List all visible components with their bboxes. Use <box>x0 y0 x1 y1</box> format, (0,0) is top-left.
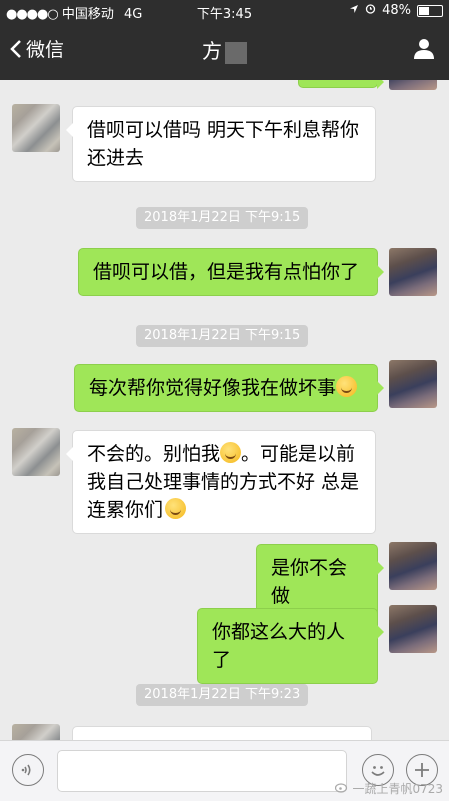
message-text: 每次帮你觉得好像我在做坏事 <box>89 377 337 399</box>
battery-percent: 48% <box>382 3 411 18</box>
avatar-self[interactable] <box>389 605 437 653</box>
weibo-icon <box>335 781 349 796</box>
avatar-self[interactable] <box>389 542 437 590</box>
battery-icon <box>417 4 443 17</box>
message-bubble[interactable]: 借呗可以借吗 明天下午利息帮你还进去 <box>66 106 376 182</box>
profile-button[interactable] <box>413 37 435 63</box>
location-icon <box>349 3 359 18</box>
avatar-contact[interactable] <box>12 724 60 740</box>
alarm-icon <box>365 3 376 18</box>
timestamp: 2018年1月22日 下午9:15 <box>136 325 309 347</box>
status-right: 48% <box>349 3 443 18</box>
message-input[interactable] <box>57 750 347 792</box>
message-bubble[interactable]: 你都这么大的人了 <box>197 608 384 684</box>
message-bubble[interactable]: 每次帮你觉得好像我在做坏事 <box>74 364 384 412</box>
emoji-icon <box>371 766 385 776</box>
laughing-emoji-icon <box>336 376 358 397</box>
chat-title-text: 方 <box>202 39 222 63</box>
chat-title: 方 <box>0 35 449 64</box>
avatar-self[interactable] <box>389 80 437 90</box>
message-text: 不会的。别怕我 <box>87 443 221 465</box>
message-bubble-partial[interactable] <box>298 80 384 89</box>
message-bubble[interactable]: 借呗可以借，但是我有点怕你了 <box>78 248 384 296</box>
nav-bar: 微信 方 <box>0 22 449 80</box>
voice-button[interactable] <box>12 754 44 786</box>
status-bar: ●●●●○ 中国移动 4G 下午3:45 48% <box>0 0 449 22</box>
plus-icon <box>415 763 429 777</box>
avatar-contact[interactable] <box>12 104 60 152</box>
avatar-self[interactable] <box>389 360 437 408</box>
message-bubble-partial[interactable] <box>72 726 372 740</box>
avatar-self[interactable] <box>389 248 437 296</box>
watermark: 一蔬上青帆0723 <box>335 780 443 797</box>
worried-emoji-icon <box>165 498 187 519</box>
input-bar: 一蔬上青帆0723 <box>0 740 449 801</box>
avatar-contact[interactable] <box>12 428 60 476</box>
timestamp: 2018年1月22日 下午9:23 <box>136 684 309 706</box>
message-bubble[interactable]: 不会的。别怕我 。可能是以前我自己处理事情的方式不好 总是连累你们 <box>66 430 376 534</box>
person-icon <box>414 39 434 59</box>
grin-emoji-icon <box>220 442 242 463</box>
voice-icon <box>21 764 31 776</box>
watermark-text: 一蔬上青帆0723 <box>352 782 443 796</box>
timestamp: 2018年1月22日 下午9:15 <box>136 207 309 229</box>
chat-area[interactable]: 借呗可以借吗 明天下午利息帮你还进去 2018年1月22日 下午9:15 借呗可… <box>0 80 449 740</box>
title-blur <box>225 41 247 64</box>
